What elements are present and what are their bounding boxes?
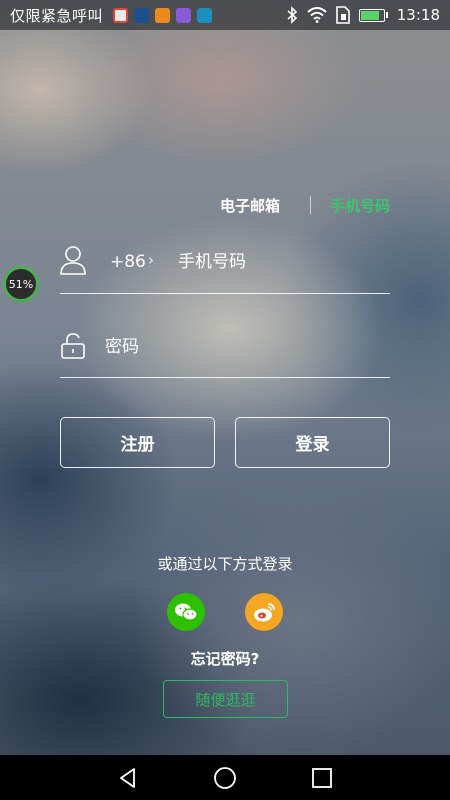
floating-progress-badge[interactable]: 51% bbox=[3, 266, 39, 302]
alt-login-label: 或通过以下方式登录 bbox=[157, 555, 293, 573]
tab-phone[interactable]: 手机号码 bbox=[330, 195, 390, 216]
nav-back-button[interactable] bbox=[113, 763, 143, 793]
recents-square-icon bbox=[311, 767, 332, 788]
carrier-text: 仅限紧急呼叫 bbox=[10, 6, 104, 25]
wechat-icon bbox=[175, 603, 198, 621]
password-field-row bbox=[60, 326, 390, 378]
weibo-icon bbox=[254, 603, 275, 622]
tab-email[interactable]: 电子邮箱 bbox=[220, 195, 280, 216]
nav-recents-button[interactable] bbox=[307, 763, 337, 793]
country-code-selector[interactable]: +86 bbox=[110, 252, 146, 272]
lock-icon bbox=[61, 333, 85, 359]
forgot-password-link[interactable]: 忘记密码? bbox=[0, 648, 450, 669]
login-method-tabs: 电子邮箱 手机号码 bbox=[0, 195, 450, 217]
phone-number-input[interactable] bbox=[178, 248, 388, 276]
home-circle-icon bbox=[214, 766, 236, 789]
battery-icon bbox=[358, 8, 388, 22]
app-notif-icon-orange bbox=[155, 7, 171, 23]
guest-browse-button[interactable]: 随便逛逛 bbox=[163, 680, 288, 718]
status-right: 13:18 bbox=[286, 6, 440, 24]
nav-home-button[interactable] bbox=[210, 763, 240, 793]
tab-divider bbox=[310, 196, 311, 214]
wifi-icon bbox=[307, 7, 327, 23]
weibo-login-button[interactable] bbox=[245, 593, 283, 631]
app-notif-icon-blue bbox=[134, 7, 150, 23]
app-notif-icon-cyan bbox=[197, 7, 213, 23]
status-bar: 仅限紧急呼叫 13:18 bbox=[0, 0, 450, 30]
chevron-right-icon[interactable]: › bbox=[148, 251, 154, 269]
phone-field-row: +86 › bbox=[60, 240, 390, 294]
chrome-notif-icon bbox=[113, 7, 129, 23]
bluetooth-icon bbox=[287, 6, 297, 24]
password-input[interactable] bbox=[105, 333, 385, 361]
back-triangle-icon bbox=[120, 767, 136, 788]
login-button[interactable]: 登录 bbox=[235, 417, 390, 468]
wechat-login-button[interactable] bbox=[167, 593, 205, 631]
status-time: 13:18 bbox=[396, 6, 440, 24]
sim-icon bbox=[335, 6, 350, 24]
user-icon bbox=[60, 246, 86, 275]
status-left: 仅限紧急呼叫 bbox=[10, 5, 213, 26]
register-button[interactable]: 注册 bbox=[60, 417, 215, 468]
system-nav-bar bbox=[0, 755, 450, 800]
app-notif-icon-purple bbox=[176, 7, 192, 23]
